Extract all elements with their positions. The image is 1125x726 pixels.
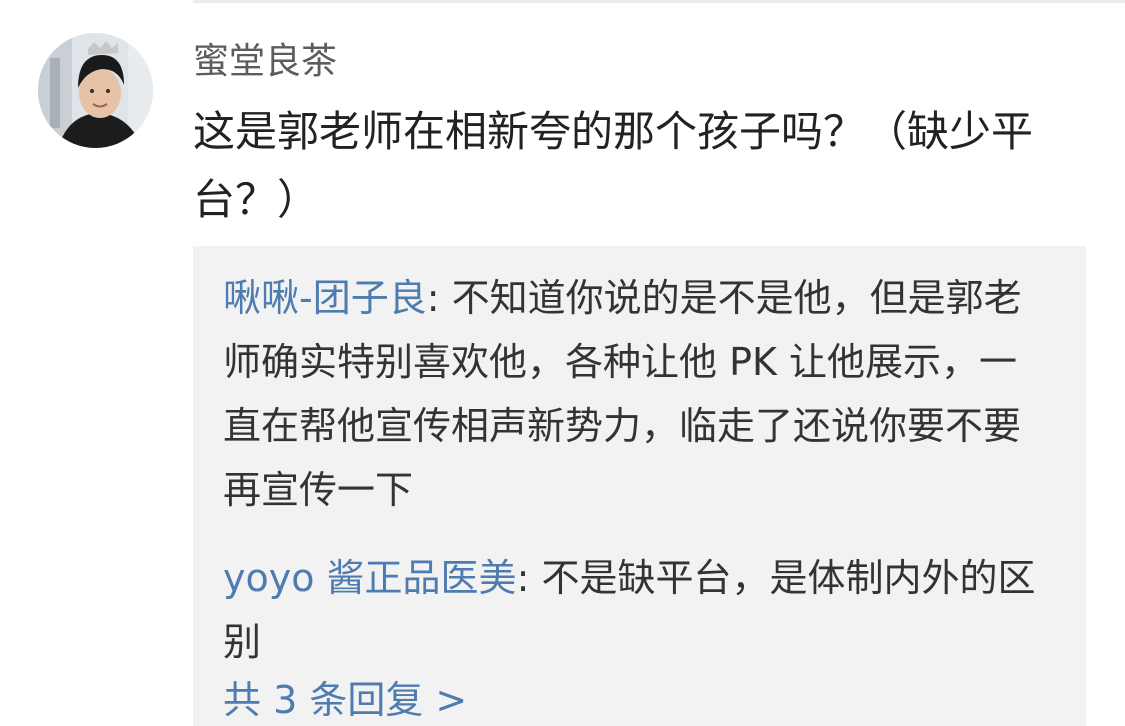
comment-text: 这是郭老师在相新夸的那个孩子吗？（缺少平台？） — [193, 107, 1034, 224]
more-replies-link[interactable]: 共 3 条回复 > — [223, 676, 467, 724]
reply-box: 啾啾-团子良: 不知道你说的是不是他，但是郭老师确实特别喜欢他，各种让他 PK … — [193, 246, 1086, 726]
reply-author[interactable]: yoyo 酱正品医美 — [223, 556, 517, 600]
reply-item: yoyo 酱正品医美: 不是缺平台，是体制内外的区别 — [223, 546, 1053, 674]
reply-separator: : — [426, 276, 452, 320]
top-divider — [193, 0, 1125, 3]
reply-item: 啾啾-团子良: 不知道你说的是不是他，但是郭老师确实特别喜欢他，各种让他 PK … — [223, 266, 1053, 522]
reply-separator: : — [516, 556, 542, 600]
avatar-photo-icon — [38, 33, 153, 148]
reply-author[interactable]: 啾啾-团子良 — [223, 276, 427, 320]
comment-username[interactable]: 蜜堂良茶 — [193, 38, 337, 86]
user-avatar[interactable] — [38, 33, 153, 148]
